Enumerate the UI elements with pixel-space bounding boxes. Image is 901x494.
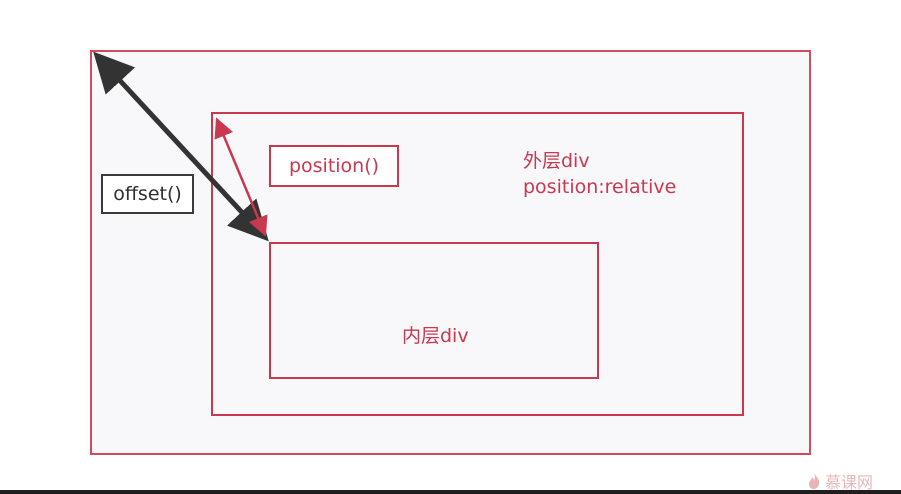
diagram-canvas: offset() position() 外层div position:relat… — [0, 0, 901, 494]
watermark: 慕课网 — [806, 471, 898, 492]
position-label: position() — [269, 145, 399, 187]
outer-div-style: position:relative — [523, 176, 677, 198]
inner-div-title: 内层div — [402, 325, 469, 347]
bottom-divider — [0, 490, 901, 494]
offset-label: offset() — [101, 174, 194, 214]
watermark-text: 慕课网 — [825, 473, 874, 492]
inner-div-box — [269, 242, 599, 379]
flame-icon — [809, 473, 820, 489]
outer-div-title: 外层div — [523, 150, 590, 172]
